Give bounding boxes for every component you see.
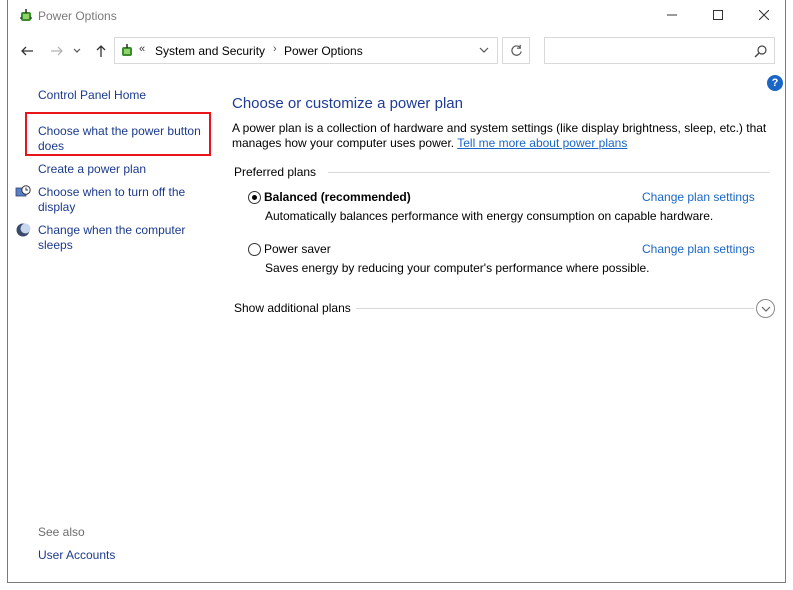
search-icon[interactable] <box>754 44 768 58</box>
page-description: A power plan is a collection of hardware… <box>232 121 772 151</box>
chevron-down-icon <box>761 306 770 312</box>
minimize-button[interactable] <box>649 0 695 30</box>
page-title: Choose or customize a power plan <box>232 95 463 112</box>
power-saver-plan-description: Saves energy by reducing your computer's… <box>265 261 650 275</box>
power-options-location-icon <box>122 44 132 56</box>
show-additional-plans-label: Show additional plans <box>234 301 351 315</box>
moon-icon <box>16 223 31 237</box>
address-bar[interactable]: « System and Security › Power Options <box>114 37 498 64</box>
user-accounts-link[interactable]: User Accounts <box>38 548 115 563</box>
breadcrumb-separator[interactable]: › <box>273 43 277 55</box>
change-power-saver-settings-link[interactable]: Change plan settings <box>642 242 755 256</box>
change-balanced-settings-link[interactable]: Change plan settings <box>642 190 755 204</box>
refresh-button[interactable] <box>502 37 530 64</box>
preferred-plans-divider <box>328 172 770 173</box>
search-input[interactable] <box>544 37 775 64</box>
expand-additional-plans-button[interactable] <box>756 299 775 318</box>
sidebar-item-turn-off-display[interactable]: Choose when to turn off the display <box>38 185 208 215</box>
window-title: Power Options <box>38 9 117 23</box>
chevron-down-icon <box>73 48 81 53</box>
power-options-window: Power Options « System and Security › Po… <box>7 0 786 583</box>
sidebar-item-create-plan[interactable]: Create a power plan <box>38 162 146 177</box>
minimize-icon <box>667 14 677 16</box>
help-button[interactable]: ? <box>767 75 783 91</box>
recent-locations-button[interactable] <box>70 40 84 62</box>
see-also-heading: See also <box>38 525 85 539</box>
back-arrow-icon <box>21 46 33 56</box>
up-button[interactable] <box>90 40 112 62</box>
power-options-app-icon <box>20 9 32 21</box>
breadcrumb-system-and-security[interactable]: System and Security <box>155 44 265 58</box>
back-button[interactable] <box>16 40 38 62</box>
refresh-icon <box>510 44 522 56</box>
breadcrumb-overflow[interactable]: « <box>139 43 145 55</box>
balanced-plan-description: Automatically balances performance with … <box>265 209 714 223</box>
sidebar-item-computer-sleeps[interactable]: Change when the computer sleeps <box>38 223 208 253</box>
control-panel-home-link[interactable]: Control Panel Home <box>38 88 146 103</box>
maximize-icon <box>713 10 723 20</box>
close-button[interactable] <box>741 0 787 30</box>
address-dropdown-icon[interactable] <box>477 43 491 57</box>
up-arrow-icon <box>96 45 106 57</box>
title-bar: Power Options <box>8 0 785 32</box>
sidebar-item-power-button[interactable]: Choose what the power button does <box>38 124 208 154</box>
power-saver-plan-name[interactable]: Power saver <box>264 242 331 256</box>
tell-me-more-link[interactable]: Tell me more about power plans <box>457 136 627 150</box>
balanced-radio[interactable] <box>248 191 261 204</box>
maximize-button[interactable] <box>695 0 741 30</box>
balanced-plan-name[interactable]: Balanced (recommended) <box>264 190 411 204</box>
forward-arrow-icon <box>51 46 63 56</box>
forward-button[interactable] <box>46 40 68 62</box>
close-icon <box>759 10 769 20</box>
power-saver-radio[interactable] <box>248 243 261 256</box>
show-additional-divider <box>356 308 754 309</box>
breadcrumb-power-options[interactable]: Power Options <box>284 44 363 58</box>
preferred-plans-label: Preferred plans <box>234 165 317 179</box>
display-clock-icon <box>15 185 31 197</box>
